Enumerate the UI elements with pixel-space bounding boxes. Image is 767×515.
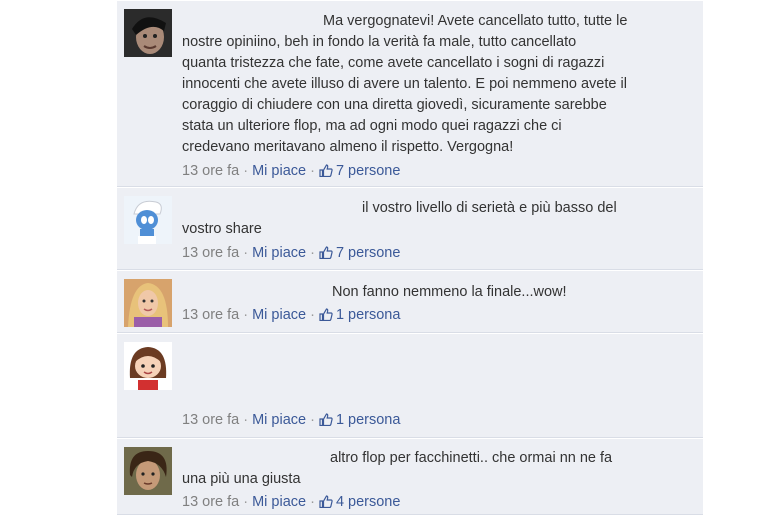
comment-item: Non fanno nemmeno la finale...wow! 13 ore… xyxy=(117,270,703,333)
thumbs-up-icon xyxy=(319,307,333,327)
comment-text-line: quanta tristezza che fate, come avete ca… xyxy=(182,55,605,71)
like-button[interactable]: Mi piace xyxy=(252,494,306,510)
comment-timestamp: 13 ore fa xyxy=(182,412,240,428)
avatar-curly-hair[interactable] xyxy=(124,447,172,495)
thumbs-up-icon xyxy=(319,163,333,183)
comment-text: Non fanno nemmeno la finale...wow! xyxy=(182,282,685,303)
like-count-text: 1 persona xyxy=(335,412,401,428)
meta-separator: · xyxy=(310,307,315,323)
comment-text-line: Non fanno nemmeno la finale...wow! xyxy=(332,284,567,300)
comment-timestamp: 13 ore fa xyxy=(182,163,240,179)
comment-text: altro flop per facchinetti.. che ormai n… xyxy=(182,448,685,490)
comment-text-line: vostro share xyxy=(182,221,262,237)
meta-separator: · xyxy=(310,412,315,428)
thumbs-up-icon xyxy=(319,494,333,514)
meta-separator: · xyxy=(243,245,249,261)
like-count-link[interactable]: 4 persone xyxy=(319,494,401,510)
meta-separator: · xyxy=(310,245,315,261)
avatar-cartoon-girl[interactable] xyxy=(124,342,172,390)
thumbs-up-icon xyxy=(319,412,333,432)
avatar-man-dark-hair[interactable] xyxy=(124,9,172,57)
comment-item: altro flop per facchinetti.. che ormai n… xyxy=(117,438,703,515)
avatar-smurf[interactable] xyxy=(124,196,172,244)
comment-text: il vostro livello di serietà e più basso… xyxy=(182,198,685,240)
like-count-link[interactable]: 1 persona xyxy=(319,307,401,323)
like-count-text: 7 persone xyxy=(335,245,401,261)
comment-feed: Ma vergognatevi! Avete cancellato tutto,… xyxy=(117,0,703,515)
meta-separator: · xyxy=(243,494,249,510)
comment-item: il vostro livello di serietà e più basso… xyxy=(117,187,703,270)
comment-text-line: stata un ulteriore flop, ma ad ogni modo… xyxy=(182,118,562,134)
comment-text-line: coraggio di chiudere con una diretta gio… xyxy=(182,97,607,113)
like-count-link[interactable]: 7 persone xyxy=(319,163,401,179)
meta-separator: · xyxy=(310,494,315,510)
like-button[interactable]: Mi piace xyxy=(252,245,306,261)
avatar-blonde-woman[interactable] xyxy=(124,279,172,327)
comment-meta: 13 ore fa · Mi piace · 1 persona xyxy=(182,410,400,432)
comment-text-line: una più una giusta xyxy=(182,471,301,487)
comment-text-line: credevano meritavano almeno il rispetto.… xyxy=(182,139,514,155)
comment-meta: 13 ore fa · Mi piace · 1 persona xyxy=(182,305,400,327)
comment-meta: 13 ore fa · Mi piace · 4 persone xyxy=(182,492,400,514)
meta-separator: · xyxy=(243,412,249,428)
like-button[interactable]: Mi piace xyxy=(252,412,306,428)
like-count-link[interactable]: 1 persona xyxy=(319,412,401,428)
comment-meta: 13 ore fa · Mi piace · 7 persone xyxy=(182,243,400,265)
comment-text: Ma vergognatevi! Avete cancellato tutto,… xyxy=(182,11,685,158)
comment-item: 13 ore fa · Mi piace · 1 persona xyxy=(117,333,703,438)
comment-text-line: nostre opiniino, beh in fondo la verità … xyxy=(182,34,577,50)
like-count-link[interactable]: 7 persone xyxy=(319,245,401,261)
comment-text-line: altro flop per facchinetti.. che ormai n… xyxy=(330,450,613,466)
meta-separator: · xyxy=(243,163,249,179)
meta-separator: · xyxy=(243,307,249,323)
comment-text-line: il vostro livello di serietà e più basso… xyxy=(362,200,617,216)
comment-timestamp: 13 ore fa xyxy=(182,494,240,510)
comment-meta: 13 ore fa · Mi piace · 7 persone xyxy=(182,161,400,183)
comment-timestamp: 13 ore fa xyxy=(182,245,240,261)
like-button[interactable]: Mi piace xyxy=(252,307,306,323)
comment-item: Ma vergognatevi! Avete cancellato tutto,… xyxy=(117,0,703,187)
like-count-text: 7 persone xyxy=(335,163,401,179)
like-button[interactable]: Mi piace xyxy=(252,163,306,179)
like-count-text: 4 persone xyxy=(335,494,401,510)
meta-separator: · xyxy=(310,163,315,179)
comment-text-line: Ma vergognatevi! Avete cancellato tutto,… xyxy=(323,13,628,29)
thumbs-up-icon xyxy=(319,245,333,265)
like-count-text: 1 persona xyxy=(335,307,401,323)
comment-text-line: innocenti che avete illuso di avere un t… xyxy=(182,76,627,92)
comment-timestamp: 13 ore fa xyxy=(182,307,240,323)
